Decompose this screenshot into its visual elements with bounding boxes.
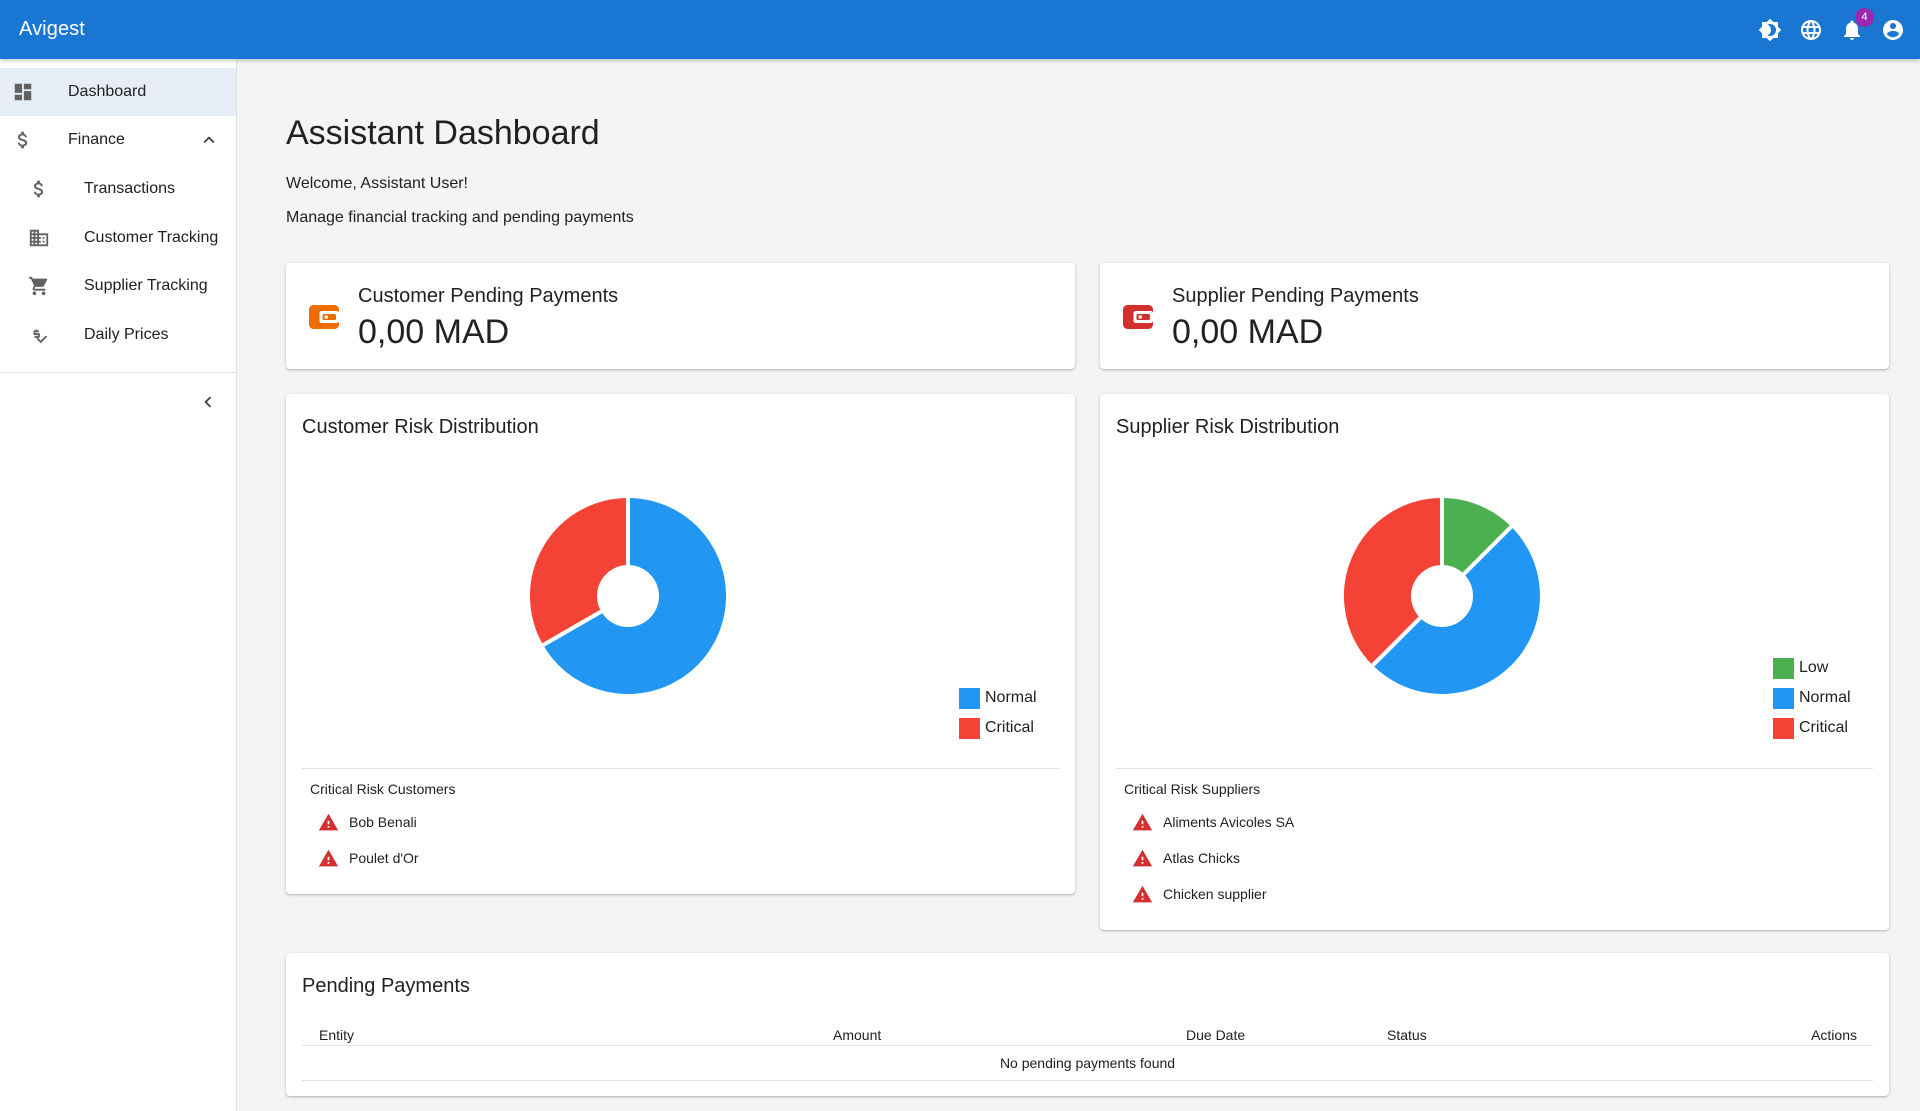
customer-pending-card: Customer Pending Payments 0,00 MAD	[286, 263, 1075, 369]
stat-label: Customer Pending Payments	[358, 285, 619, 307]
list-item-label: Atlas Chicks	[1163, 850, 1241, 866]
column-header-amount[interactable]: Amount	[833, 1027, 881, 1043]
supplier-risk-pie-chart	[1340, 493, 1544, 698]
table-title: Pending Payments	[302, 975, 470, 997]
chevron-left-icon[interactable]	[196, 390, 220, 414]
legend-item-normal[interactable]: Normal	[959, 683, 1037, 713]
warning-icon	[1132, 813, 1153, 830]
divider	[302, 768, 1059, 769]
stat-label: Supplier Pending Payments	[1172, 285, 1419, 307]
notification-badge: 4	[1855, 7, 1874, 27]
notifications-icon[interactable]: 4	[1839, 7, 1874, 43]
legend-label: Low	[1799, 659, 1829, 676]
warning-icon	[318, 813, 339, 830]
warning-icon	[318, 849, 339, 866]
sidebar-item-dashboard[interactable]: Dashboard	[0, 68, 236, 116]
column-header-status[interactable]: Status	[1387, 1027, 1427, 1043]
stat-value: 0,00 MAD	[358, 313, 510, 351]
dashboard-icon	[11, 80, 35, 104]
sidebar-item-label: Daily Prices	[84, 326, 169, 343]
critical-list-title: Critical Risk Suppliers	[1124, 781, 1261, 797]
welcome-text: Welcome, Assistant User!	[286, 175, 468, 192]
critical-suppliers-list: Aliments Avicoles SA Atlas Chicks Chicke…	[1132, 804, 1294, 912]
language-icon[interactable]	[1798, 17, 1824, 43]
chart-legend: Normal Critical	[959, 683, 1037, 743]
sidebar-item-label: Supplier Tracking	[84, 277, 208, 294]
sidebar-item-daily-prices[interactable]: Daily Prices	[0, 311, 236, 359]
list-item-label: Bob Benali	[349, 814, 417, 830]
legend-item-critical[interactable]: Critical	[959, 713, 1037, 743]
app-bar: Avigest 4	[0, 0, 1920, 59]
supplier-risk-card: Supplier Risk Distribution Low Normal Cr…	[1100, 394, 1889, 930]
list-item: Bob Benali	[318, 804, 419, 840]
chart-legend: Low Normal Critical	[1773, 653, 1851, 743]
chart-title: Customer Risk Distribution	[302, 416, 539, 438]
price-check-icon	[27, 323, 51, 347]
list-item: Chicken supplier	[1132, 876, 1294, 912]
dollar-icon	[27, 177, 51, 201]
customer-risk-pie-chart	[526, 493, 730, 698]
page-title: Assistant Dashboard	[286, 114, 600, 152]
list-item-label: Aliments Avicoles SA	[1163, 814, 1295, 830]
sidebar-item-label: Transactions	[84, 180, 175, 197]
list-item-label: Chicken supplier	[1163, 886, 1267, 902]
legend-swatch	[959, 717, 980, 739]
cart-icon	[27, 274, 51, 298]
legend-swatch	[1773, 687, 1794, 709]
legend-item-critical[interactable]: Critical	[1773, 713, 1851, 743]
dollar-icon	[11, 128, 35, 152]
column-header-due-date[interactable]: Due Date	[1186, 1027, 1245, 1043]
column-header-actions: Actions	[1811, 1027, 1857, 1043]
stat-value: 0,00 MAD	[1172, 313, 1324, 351]
legend-label: Critical	[1799, 719, 1848, 736]
sidebar-item-supplier-tracking[interactable]: Supplier Tracking	[0, 262, 236, 310]
column-header-entity[interactable]: Entity	[319, 1027, 354, 1043]
pending-payments-card: Pending Payments Entity Amount Due Date …	[286, 953, 1889, 1096]
account-icon[interactable]	[1880, 17, 1906, 43]
legend-item-low[interactable]: Low	[1773, 653, 1851, 683]
legend-label: Normal	[985, 689, 1037, 706]
brightness-icon[interactable]	[1757, 17, 1783, 43]
sidebar-item-label: Customer Tracking	[84, 229, 219, 246]
legend-item-normal[interactable]: Normal	[1773, 683, 1851, 713]
sidebar: Dashboard Finance Transactions Customer …	[0, 59, 237, 1111]
critical-customers-list: Bob Benali Poulet d'Or	[318, 804, 419, 876]
page-subtitle: Manage financial tracking and pending pa…	[286, 209, 634, 226]
list-item: Atlas Chicks	[1132, 840, 1294, 876]
supplier-pending-card: Supplier Pending Payments 0,00 MAD	[1100, 263, 1889, 369]
chevron-up-icon[interactable]	[197, 128, 221, 152]
app-bar-actions: 4	[1757, 0, 1906, 59]
list-item: Poulet d'Or	[318, 840, 419, 876]
legend-swatch	[1773, 717, 1794, 739]
wallet-icon	[309, 305, 339, 329]
business-icon	[27, 226, 51, 250]
sidebar-item-label: Finance	[68, 131, 125, 148]
sidebar-divider	[0, 372, 236, 373]
app-title[interactable]: Avigest	[19, 18, 85, 41]
customer-risk-card: Customer Risk Distribution Normal Critic…	[286, 394, 1075, 894]
legend-swatch	[959, 687, 980, 709]
legend-label: Normal	[1799, 689, 1851, 706]
list-item: Aliments Avicoles SA	[1132, 804, 1294, 840]
critical-list-title: Critical Risk Customers	[310, 781, 456, 797]
divider	[1116, 768, 1873, 769]
legend-label: Critical	[985, 719, 1034, 736]
sidebar-item-transactions[interactable]: Transactions	[0, 165, 236, 213]
sidebar-item-customer-tracking[interactable]: Customer Tracking	[0, 214, 236, 262]
wallet-icon	[1123, 305, 1153, 329]
sidebar-item-label: Dashboard	[68, 83, 147, 100]
warning-icon	[1132, 885, 1153, 902]
sidebar-item-finance[interactable]: Finance	[0, 116, 236, 164]
table-empty-row: No pending payments found	[302, 1046, 1873, 1081]
legend-swatch	[1773, 657, 1794, 679]
chart-title: Supplier Risk Distribution	[1116, 416, 1340, 438]
list-item-label: Poulet d'Or	[349, 850, 419, 866]
warning-icon	[1132, 849, 1153, 866]
